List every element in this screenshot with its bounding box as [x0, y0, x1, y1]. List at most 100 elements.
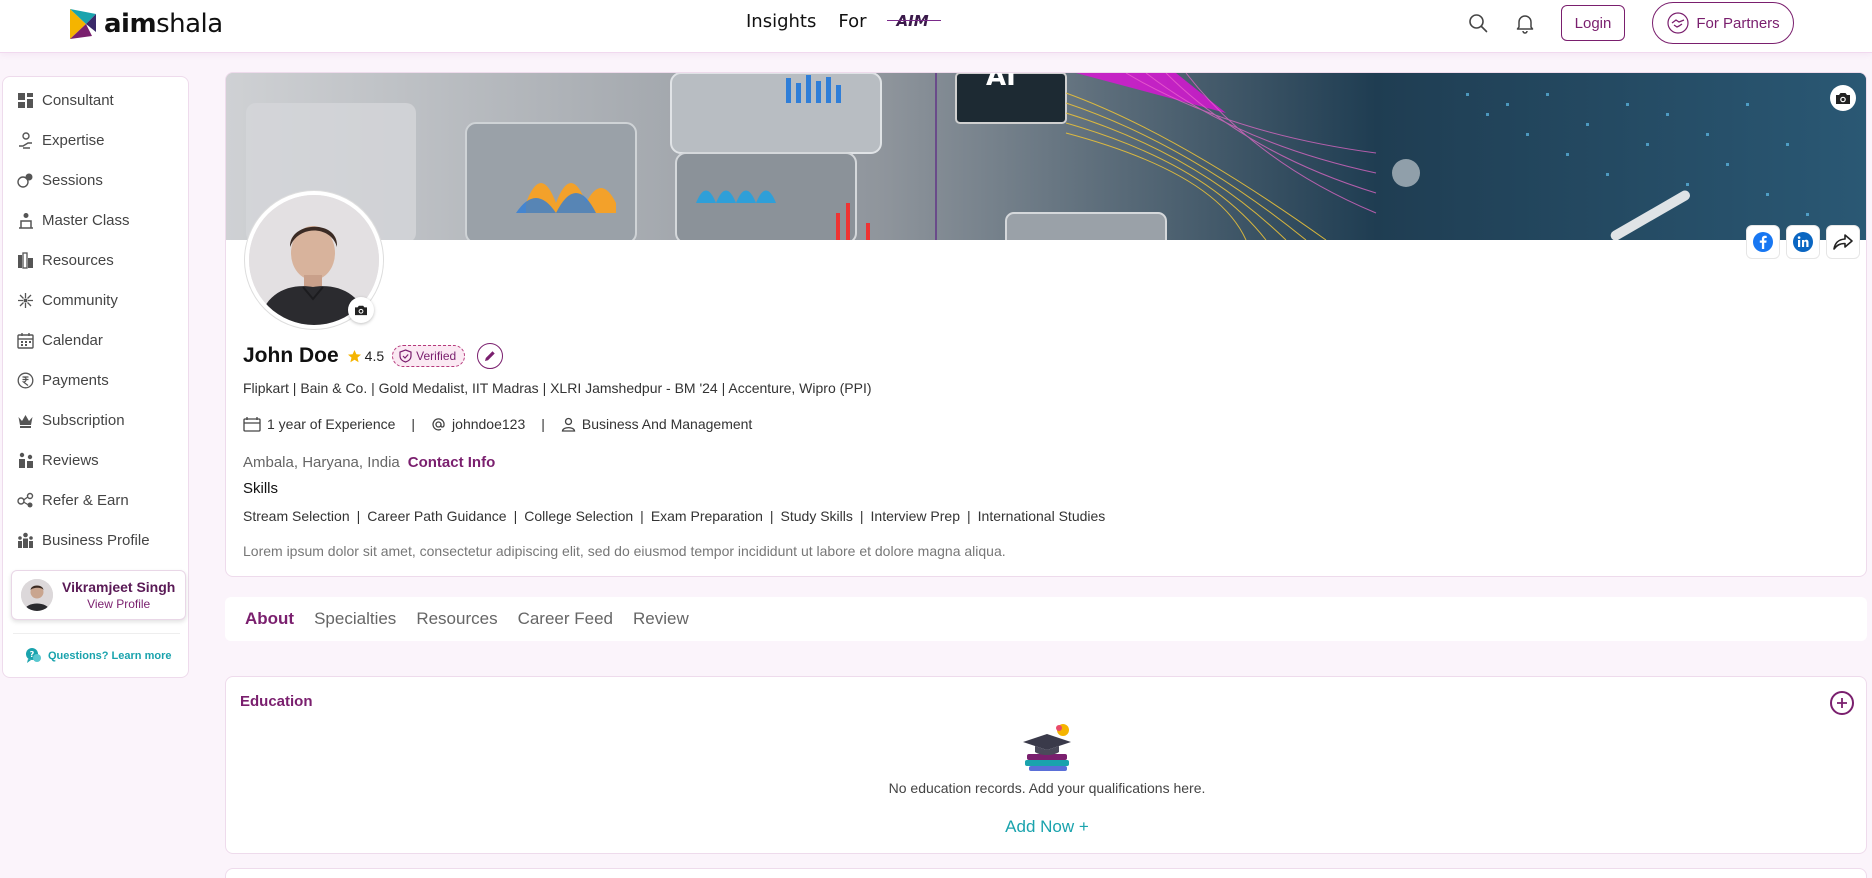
- add-education-button[interactable]: [1830, 691, 1854, 715]
- skill-item: International Studies: [977, 508, 1106, 524]
- rating-value: 4.5: [364, 348, 385, 364]
- nav-for[interactable]: For: [838, 11, 866, 32]
- aim-badge[interactable]: AIM: [886, 10, 941, 32]
- profile-banner: AI: [226, 73, 1866, 240]
- profile-headline: Flipkart | Bain & Co. | Gold Medalist, I…: [243, 380, 872, 396]
- tab-review[interactable]: Review: [633, 609, 689, 629]
- skills-heading: Skills: [243, 480, 279, 497]
- sidebar-item-community[interactable]: Community: [17, 288, 118, 312]
- tab-specialties[interactable]: Specialties: [314, 609, 396, 629]
- sidebar-item-label: Calendar: [42, 331, 103, 349]
- hand-icon: [19, 131, 32, 149]
- linkedin-icon: [1793, 232, 1813, 252]
- skill-item: Study Skills: [780, 508, 853, 524]
- sidebar-item-consultant[interactable]: Consultant: [17, 88, 114, 112]
- location-text: Ambala, Haryana, India: [243, 454, 400, 471]
- profile-rating: 4.5: [347, 348, 384, 364]
- pencil-icon: [485, 351, 495, 361]
- meta-separator: |: [541, 416, 545, 432]
- calendar-icon: [17, 332, 34, 349]
- sidebar-item-label: Business Profile: [42, 531, 150, 549]
- sidebar-item-label: Expertise: [42, 131, 105, 149]
- skill-item: Career Path Guidance: [367, 508, 507, 524]
- sidebar-item-calendar[interactable]: Calendar: [17, 328, 103, 352]
- sidebar-item-label: Refer & Earn: [42, 491, 129, 509]
- experience-text: 1 year of Experience: [267, 416, 396, 432]
- refer-icon: [17, 492, 34, 507]
- profile-name-row: John Doe 4.5 Verified: [243, 343, 504, 369]
- camera-icon: [355, 305, 367, 316]
- add-now-button[interactable]: Add Now +: [226, 817, 1868, 837]
- star-icon: [347, 349, 361, 362]
- dashboard-icon: [18, 92, 33, 108]
- banner-image: AI: [226, 73, 1866, 240]
- sidebar-item-label: Master Class: [42, 211, 130, 229]
- search-icon[interactable]: [1467, 12, 1489, 34]
- sidebar-item-label: Payments: [42, 371, 109, 389]
- bell-icon[interactable]: [1514, 12, 1536, 34]
- sidebar-item-payments[interactable]: Payments: [17, 368, 109, 392]
- facebook-icon: [1753, 232, 1773, 252]
- meta-separator: |: [411, 416, 416, 432]
- for-partners-button[interactable]: For Partners: [1652, 2, 1794, 44]
- sessions-icon: [17, 173, 33, 188]
- login-button[interactable]: Login: [1561, 5, 1625, 41]
- center-nav: Insights For AIM: [746, 10, 941, 32]
- sidebar-item-label: Subscription: [42, 411, 125, 429]
- aimshala-logo[interactable]: aimshala: [66, 4, 223, 44]
- skill-item: College Selection: [524, 508, 634, 524]
- at-icon: [432, 417, 445, 430]
- sidebar-item-label: Reviews: [42, 451, 99, 469]
- skill-item: Interview Prep: [870, 508, 960, 524]
- crown-icon: [18, 414, 33, 428]
- share-button[interactable]: [1826, 225, 1860, 259]
- experience-icon: [243, 417, 261, 432]
- tab-career-feed[interactable]: Career Feed: [518, 609, 613, 629]
- skill-item: Exam Preparation: [650, 508, 763, 524]
- masterclass-icon: [19, 212, 33, 229]
- facebook-share-button[interactable]: [1746, 225, 1780, 259]
- tab-about[interactable]: About: [245, 609, 294, 629]
- for-partners-label: For Partners: [1696, 14, 1780, 32]
- graduation-cap-icon: [1023, 724, 1071, 771]
- sidebar-item-label: Sessions: [42, 171, 103, 189]
- questions-learn-more-link[interactable]: ? Questions? Learn more: [25, 647, 171, 664]
- sidebar-item-business-profile[interactable]: Business Profile: [17, 528, 150, 552]
- view-profile-link[interactable]: View Profile: [62, 597, 175, 611]
- username-text: johndoe123: [452, 416, 526, 432]
- rupee-icon: [17, 372, 34, 388]
- sidebar-profile-card[interactable]: Vikramjeet Singh View Profile: [11, 570, 186, 620]
- share-icon: [1833, 234, 1853, 250]
- banner-camera-button[interactable]: [1830, 85, 1856, 111]
- linkedin-share-button[interactable]: [1786, 225, 1820, 259]
- camera-icon: [1836, 93, 1850, 104]
- next-section-card: [225, 868, 1867, 878]
- verified-label: Verified: [416, 349, 457, 363]
- plus-icon: [1837, 698, 1847, 708]
- profile-meta-row: 1 year of Experience | johndoe123 | Busi…: [243, 416, 752, 432]
- sidebar-item-label: Consultant: [42, 91, 114, 109]
- edit-profile-button[interactable]: [477, 343, 504, 369]
- sidebar-item-label: Resources: [42, 251, 114, 269]
- education-empty-message: No education records. Add your qualifica…: [888, 780, 1206, 796]
- category-text: Business And Management: [581, 416, 753, 432]
- profile-tabs: About Specialties Resources Career Feed …: [225, 597, 1867, 641]
- business-icon: [18, 532, 33, 548]
- resources-icon: [18, 251, 33, 269]
- avatar-camera-button[interactable]: [348, 297, 374, 323]
- sidebar-item-refer-earn[interactable]: Refer & Earn: [17, 488, 129, 512]
- nav-insights[interactable]: Insights: [746, 11, 816, 32]
- tab-resources[interactable]: Resources: [416, 609, 497, 629]
- sidebar-item-expertise[interactable]: Expertise: [17, 128, 105, 152]
- profile-name: John Doe: [243, 344, 339, 367]
- sidebar-item-master-class[interactable]: Master Class: [17, 208, 130, 232]
- profile-bio: Lorem ipsum dolor sit amet, consectetur …: [243, 543, 1006, 559]
- sidebar-item-resources[interactable]: Resources: [17, 248, 114, 272]
- sidebar-item-sessions[interactable]: Sessions: [17, 168, 103, 192]
- sidebar-item-label: Community: [42, 291, 118, 309]
- sidebar-item-reviews[interactable]: Reviews: [17, 448, 99, 472]
- contact-info-link[interactable]: Contact Info: [408, 454, 496, 471]
- sidebar: Consultant Expertise Sessions Master Cla…: [2, 76, 189, 678]
- community-icon: [18, 292, 33, 308]
- sidebar-item-subscription[interactable]: Subscription: [17, 408, 125, 432]
